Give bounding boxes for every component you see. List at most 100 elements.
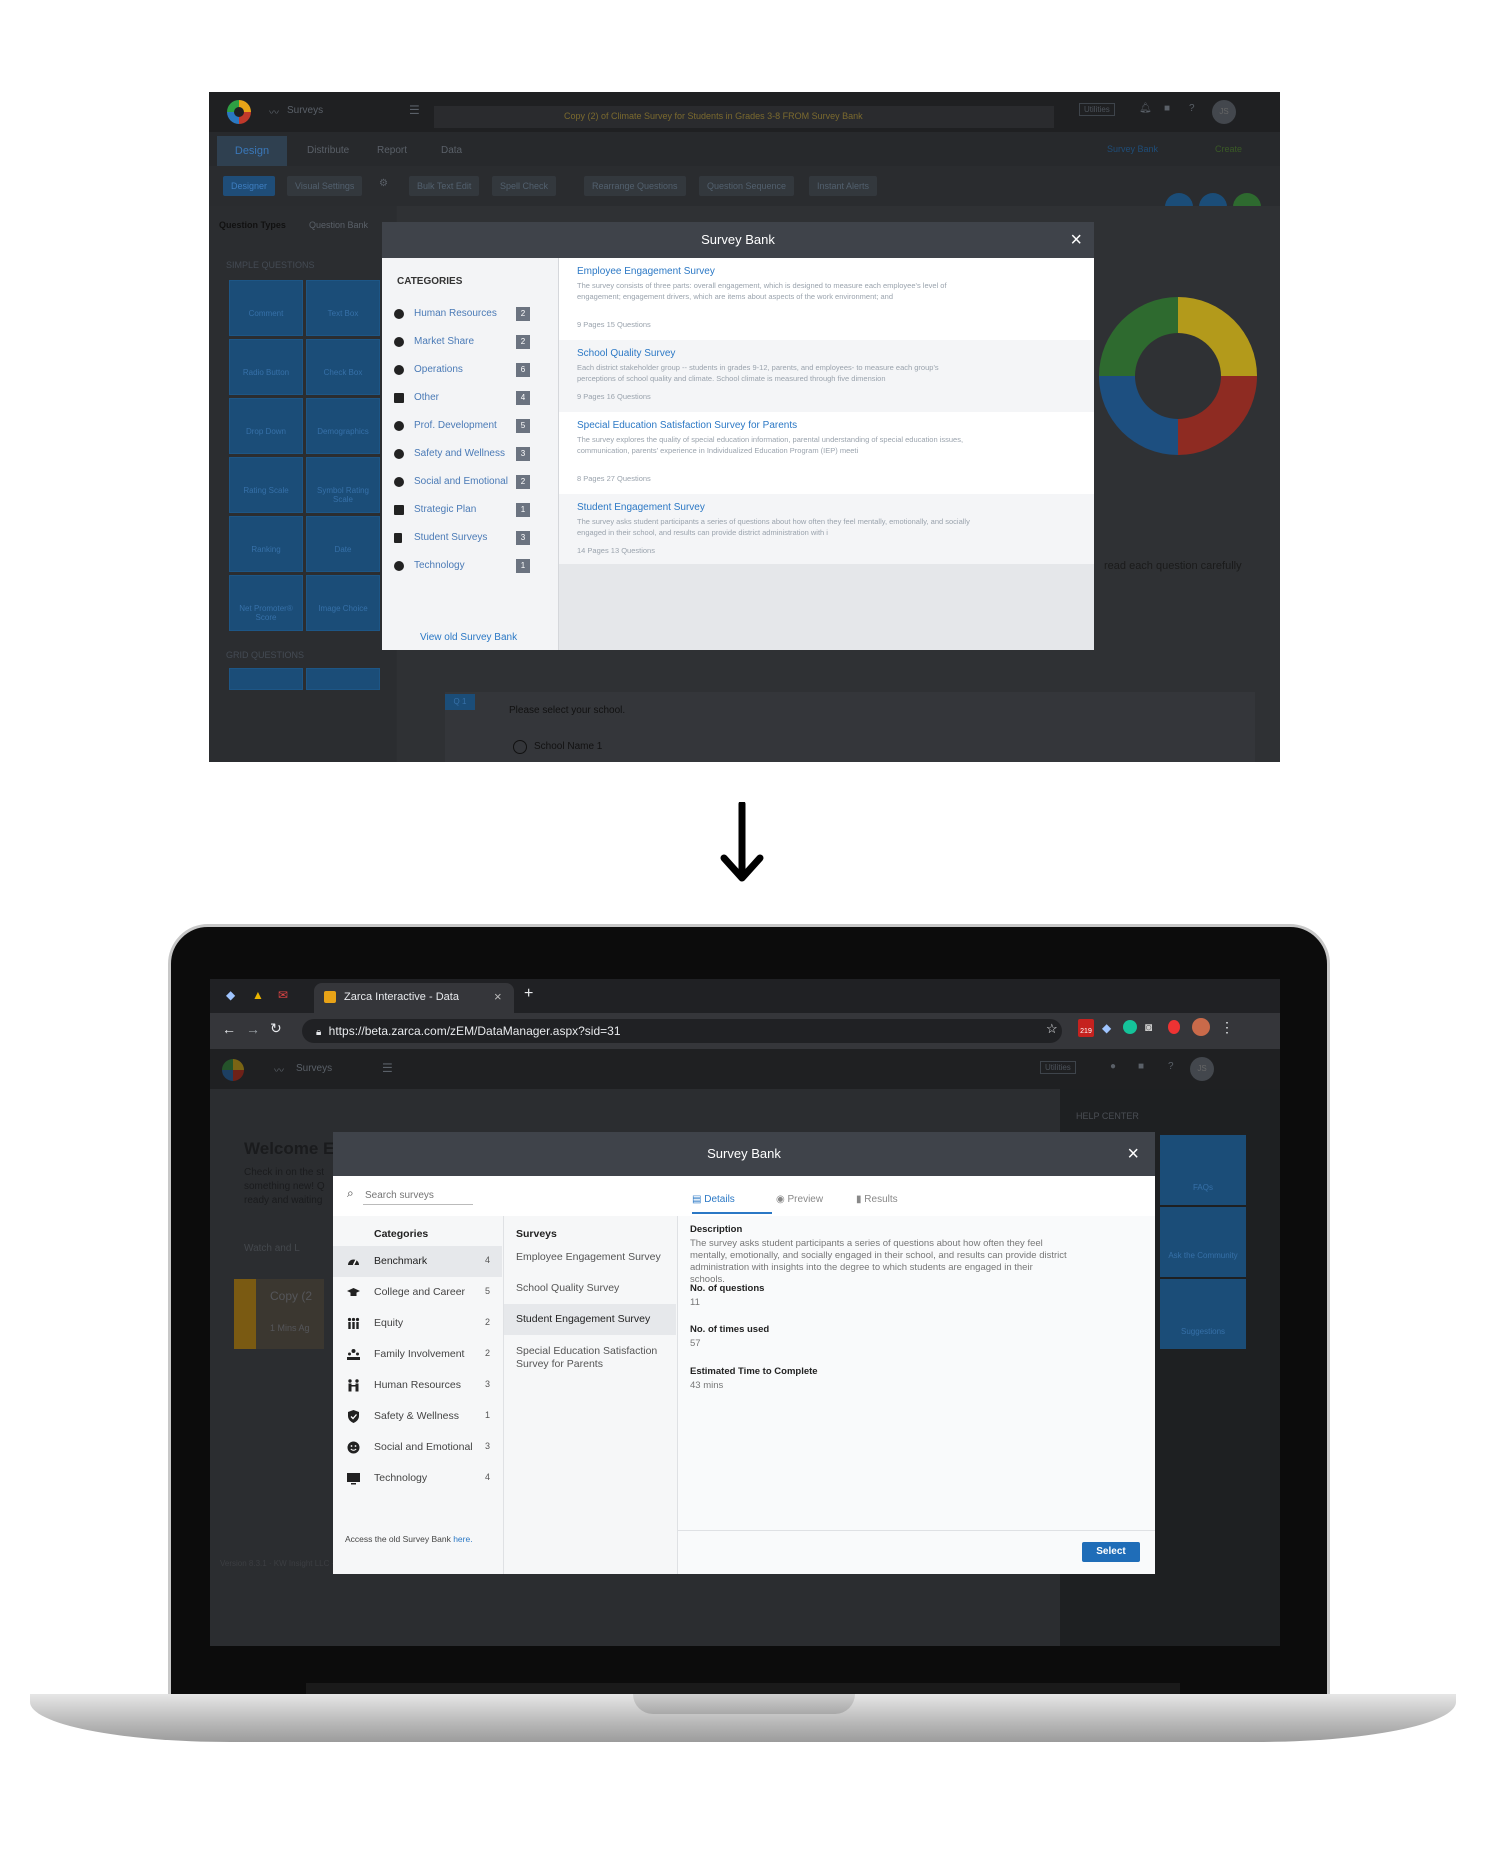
help-tile-suggestions[interactable]: Suggestions: [1160, 1279, 1246, 1349]
tile-image-choice[interactable]: Image Choice: [306, 575, 380, 631]
video-icon[interactable]: ■: [1164, 103, 1170, 114]
survey-title[interactable]: Special Education Satisfaction Survey fo…: [577, 420, 797, 431]
grammarly-icon[interactable]: [1123, 1020, 1137, 1034]
profile-avatar[interactable]: [1192, 1018, 1210, 1036]
search-input[interactable]: [363, 1186, 473, 1205]
close-tab-icon[interactable]: ×: [494, 989, 502, 1004]
designer-button[interactable]: Designer: [223, 176, 276, 196]
nav-surveys[interactable]: Surveys: [296, 1063, 332, 1074]
category-student-surveys[interactable]: Student Surveys 3: [394, 529, 552, 549]
survey-title[interactable]: Employee Engagement Survey: [577, 266, 715, 277]
tile-symbol-rating-scale[interactable]: Symbol Rating Scale: [306, 457, 380, 513]
forward-icon[interactable]: →: [246, 1021, 260, 1037]
avatar[interactable]: JS: [1190, 1057, 1214, 1081]
category-human-resources[interactable]: Human Resources 2: [394, 305, 552, 325]
camera-icon[interactable]: ◙: [1145, 1020, 1152, 1034]
survey-item[interactable]: Special Education Satisfaction Survey fo…: [559, 412, 1094, 494]
instant-alerts-button[interactable]: Instant Alerts: [809, 176, 878, 196]
close-icon[interactable]: ×: [1070, 222, 1082, 258]
radio-option[interactable]: [513, 740, 527, 754]
utilities-button[interactable]: Utilities: [1079, 103, 1115, 116]
tile-drop-down[interactable]: Drop Down: [229, 398, 303, 454]
menu-icon[interactable]: ☰: [409, 103, 420, 117]
tile-ranking[interactable]: Ranking: [229, 516, 303, 572]
help-tile-faqs[interactable]: FAQs: [1160, 1135, 1246, 1205]
survey-title[interactable]: School Quality Survey: [577, 348, 675, 359]
browser-tab[interactable]: Zarca Interactive - Data ×: [314, 983, 514, 1013]
tab-question-types[interactable]: Question Types: [219, 220, 286, 230]
gmail-icon[interactable]: ✉: [278, 988, 288, 1002]
avatar[interactable]: JS: [1212, 100, 1236, 124]
menu-icon[interactable]: ☰: [382, 1061, 393, 1075]
tile-grid-1[interactable]: [229, 668, 303, 690]
tile-text-box[interactable]: Text Box: [306, 280, 380, 336]
question-sequence-button[interactable]: Question Sequence: [699, 176, 795, 196]
category-benchmark[interactable]: Benchmark 4: [333, 1246, 502, 1277]
survey-item-special-education[interactable]: Special Education Satisfaction Survey fo…: [504, 1336, 676, 1378]
category-college-career[interactable]: College and Career 5: [333, 1277, 502, 1308]
help-icon[interactable]: ?: [1189, 103, 1195, 114]
tile-rating-scale[interactable]: Rating Scale: [229, 457, 303, 513]
tab-data[interactable]: Data: [441, 145, 462, 156]
survey-item[interactable]: School Quality Survey Each district stak…: [559, 340, 1094, 412]
category-operations[interactable]: Operations 6: [394, 361, 552, 381]
app-logo[interactable]: [222, 1059, 244, 1081]
category-safety-wellness[interactable]: Safety and Wellness 3: [394, 445, 552, 465]
help-icon[interactable]: ?: [1168, 1061, 1174, 1072]
category-social-emotional[interactable]: Social and Emotional 2: [394, 473, 552, 493]
category-prof-development[interactable]: Prof. Development 5: [394, 417, 552, 437]
category-social-emotional[interactable]: Social and Emotional 3: [333, 1432, 502, 1463]
watch-link[interactable]: Watch and L: [244, 1243, 300, 1254]
back-icon[interactable]: ←: [222, 1021, 236, 1037]
tab-design[interactable]: Design: [217, 136, 287, 166]
tab-distribute[interactable]: Distribute: [307, 145, 349, 156]
star-icon[interactable]: ☆: [1046, 1021, 1058, 1037]
more-icon[interactable]: ⋮: [1220, 1019, 1234, 1036]
survey-item-student-engagement[interactable]: Student Engagement Survey: [504, 1304, 676, 1335]
rearrange-questions-button[interactable]: Rearrange Questions: [584, 176, 686, 196]
bell-icon[interactable]: 🔔︎: [1139, 103, 1152, 114]
new-tab-button[interactable]: +: [524, 985, 533, 1003]
address-bar[interactable]: 🔒︎ https://beta.zarca.com/zEM/DataManage…: [302, 1019, 1062, 1043]
reload-icon[interactable]: ↻: [270, 1020, 282, 1037]
gear-icon[interactable]: ⚙: [379, 178, 388, 189]
close-icon[interactable]: ×: [1127, 1132, 1139, 1176]
category-equity[interactable]: Equity 2: [333, 1308, 502, 1339]
drive-icon[interactable]: ▲: [252, 988, 264, 1002]
survey-bank-link[interactable]: Survey Bank: [1107, 144, 1158, 154]
category-human-resources[interactable]: Human Resources 3: [333, 1370, 502, 1401]
category-strategic-plan[interactable]: Strategic Plan 1: [394, 501, 552, 521]
category-safety-wellness[interactable]: Safety & Wellness 1: [333, 1401, 502, 1432]
category-technology[interactable]: Technology 1: [394, 557, 552, 577]
tab-details[interactable]: ▤ Details: [692, 1194, 735, 1205]
survey-title[interactable]: Student Engagement Survey: [577, 502, 705, 513]
category-family-involvement[interactable]: Family Involvement 2: [333, 1339, 502, 1370]
ext-red-icon[interactable]: [1168, 1020, 1180, 1034]
video-icon[interactable]: ■: [1138, 1061, 1144, 1072]
survey-item[interactable]: Student Engagement Survey The survey ask…: [559, 494, 1094, 564]
bell-icon[interactable]: ●: [1110, 1061, 1116, 1072]
category-other[interactable]: Other 4: [394, 389, 552, 409]
calendar-ext-icon[interactable]: 219: [1078, 1019, 1094, 1037]
here-link[interactable]: here.: [453, 1534, 472, 1544]
pinned-tab-icon[interactable]: ◆: [226, 988, 235, 1002]
help-tile-community[interactable]: Ask the Community: [1160, 1207, 1246, 1277]
tab-results[interactable]: ▮ Results: [856, 1194, 898, 1205]
category-technology[interactable]: Technology 4: [333, 1463, 502, 1494]
survey-item-school-quality[interactable]: School Quality Survey: [504, 1273, 676, 1304]
tile-radio-button[interactable]: Radio Button: [229, 339, 303, 395]
spell-check-button[interactable]: Spell Check: [492, 176, 557, 196]
tab-report[interactable]: Report: [377, 145, 407, 156]
survey-item[interactable]: Employee Engagement Survey The survey co…: [559, 258, 1094, 340]
survey-title[interactable]: Copy (2) of Climate Survey for Students …: [564, 111, 863, 121]
select-button[interactable]: Select: [1082, 1542, 1140, 1562]
view-old-survey-bank-link[interactable]: View old Survey Bank: [420, 632, 517, 643]
visual-settings-button[interactable]: Visual Settings: [287, 176, 363, 196]
tile-check-box[interactable]: Check Box: [306, 339, 380, 395]
bulk-text-edit-button[interactable]: Bulk Text Edit: [409, 176, 480, 196]
extension-icon[interactable]: ◆: [1102, 1021, 1111, 1035]
tile-grid-2[interactable]: [306, 668, 380, 690]
tile-date[interactable]: Date: [306, 516, 380, 572]
category-market-share[interactable]: Market Share 2: [394, 333, 552, 353]
nav-surveys[interactable]: Surveys: [287, 105, 323, 116]
